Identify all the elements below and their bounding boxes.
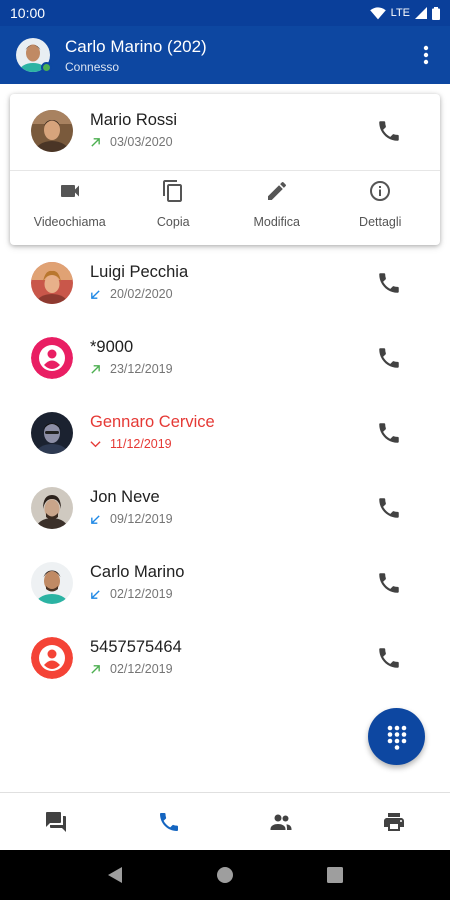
copy-button[interactable]: Copia <box>125 171 221 245</box>
online-status-dot <box>41 62 52 73</box>
call-phone-icon[interactable] <box>376 270 402 296</box>
call-phone-icon[interactable] <box>376 420 402 446</box>
call-phone-icon[interactable] <box>376 345 402 371</box>
call-date: 23/12/2019 <box>110 362 173 376</box>
contact-name: Luigi Pecchia <box>90 263 189 281</box>
call-phone-icon[interactable] <box>376 645 402 671</box>
network-type: LTE <box>390 7 410 19</box>
call-date: 09/12/2019 <box>110 512 173 526</box>
bottom-navigation <box>0 792 450 850</box>
contact-avatar <box>31 262 73 304</box>
nav-calls[interactable] <box>113 793 226 850</box>
status-time: 10:00 <box>10 5 46 21</box>
contact-avatar <box>31 562 73 604</box>
contact-avatar <box>31 487 73 529</box>
call-phone-icon[interactable] <box>376 570 402 596</box>
video-call-button[interactable]: Videochiama <box>22 171 118 245</box>
contact-name: Mario Rossi <box>90 111 178 129</box>
chat-icon <box>46 811 67 832</box>
call-row-expanded[interactable]: Mario Rossi 03/03/2020 <box>10 94 440 170</box>
expanded-call-card: Mario Rossi 03/03/2020 Videochiama Copia… <box>10 94 440 245</box>
incoming-call-icon <box>91 289 100 299</box>
call-row-missed[interactable]: Gennaro Cervice 11/12/2019 <box>0 396 450 471</box>
signal-icon <box>415 7 427 19</box>
user-status: Connesso <box>65 59 120 74</box>
edit-icon <box>267 182 286 200</box>
phone-icon <box>159 812 178 831</box>
app-bar: Carlo Marino (202) Connesso <box>0 26 450 84</box>
contact-avatar <box>31 412 73 454</box>
back-button[interactable] <box>100 860 130 890</box>
contact-name: Gennaro Cervice <box>90 413 215 431</box>
incoming-call-icon <box>91 514 100 524</box>
incoming-call-icon <box>91 589 100 599</box>
outgoing-call-icon <box>91 664 100 674</box>
contact-avatar-placeholder <box>31 637 73 679</box>
nav-print[interactable] <box>338 793 450 850</box>
call-date: 02/12/2019 <box>110 662 173 676</box>
call-row[interactable]: 5457575464 02/12/2019 <box>0 621 450 696</box>
more-vert-icon[interactable] <box>414 38 438 72</box>
contact-avatar <box>31 110 73 152</box>
missed-call-icon <box>90 440 101 447</box>
contacts-icon <box>270 814 292 830</box>
call-date: 02/12/2019 <box>110 587 173 601</box>
details-label: Dettagli <box>359 215 402 229</box>
nav-chat[interactable] <box>0 793 113 850</box>
edit-button[interactable]: Modifica <box>229 171 325 245</box>
call-date: 03/03/2020 <box>110 135 173 149</box>
call-meta: 03/03/2020 <box>90 135 173 149</box>
contact-name: *9000 <box>90 338 134 356</box>
copy-icon <box>163 180 183 202</box>
call-actions: Videochiama Copia Modifica Dettagli <box>10 171 440 245</box>
edit-label: Modifica <box>253 215 301 229</box>
call-date: 11/12/2019 <box>110 437 172 451</box>
call-meta: 09/12/2019 <box>90 512 173 526</box>
wifi-icon <box>369 6 386 19</box>
recents-button[interactable] <box>320 860 350 890</box>
details-button[interactable]: Dettagli <box>332 171 428 245</box>
printer-icon <box>383 812 404 831</box>
status-icons: LTE <box>369 6 440 20</box>
system-navigation-bar <box>0 850 450 900</box>
call-meta: 20/02/2020 <box>90 287 173 301</box>
status-bar: 10:00 LTE <box>0 0 450 26</box>
user-name: Carlo Marino (202) <box>65 36 207 56</box>
contact-name: Jon Neve <box>90 488 160 506</box>
info-icon <box>370 181 391 201</box>
dialpad-fab-button[interactable] <box>368 708 425 765</box>
call-meta: 11/12/2019 <box>90 437 172 451</box>
copy-label: Copia <box>156 215 190 229</box>
call-phone-icon[interactable] <box>376 118 402 144</box>
video-call-label: Videochiama <box>33 215 106 229</box>
home-circle-icon <box>217 867 233 883</box>
outgoing-call-icon <box>91 137 100 147</box>
dialpad-icon <box>387 725 406 750</box>
videocam-icon <box>60 185 79 197</box>
call-date: 20/02/2020 <box>110 287 173 301</box>
home-button[interactable] <box>210 860 240 890</box>
contact-avatar-placeholder <box>31 337 73 379</box>
call-row[interactable]: Carlo Marino 02/12/2019 <box>0 546 450 621</box>
back-triangle-icon <box>108 867 122 883</box>
contact-name: Carlo Marino <box>90 563 185 581</box>
battery-icon <box>432 6 440 20</box>
my-avatar[interactable] <box>16 38 52 73</box>
outgoing-call-icon <box>91 364 100 374</box>
call-row[interactable]: *9000 23/12/2019 <box>0 321 450 396</box>
call-row[interactable]: Jon Neve 09/12/2019 <box>0 471 450 546</box>
call-phone-icon[interactable] <box>376 495 402 521</box>
call-meta: 23/12/2019 <box>90 362 173 376</box>
contact-name: 5457575464 <box>90 638 182 656</box>
call-meta: 02/12/2019 <box>90 587 173 601</box>
call-meta: 02/12/2019 <box>90 662 173 676</box>
recents-square-icon <box>327 867 343 883</box>
nav-contacts[interactable] <box>225 793 338 850</box>
call-row[interactable]: Luigi Pecchia 20/02/2020 <box>0 246 450 321</box>
